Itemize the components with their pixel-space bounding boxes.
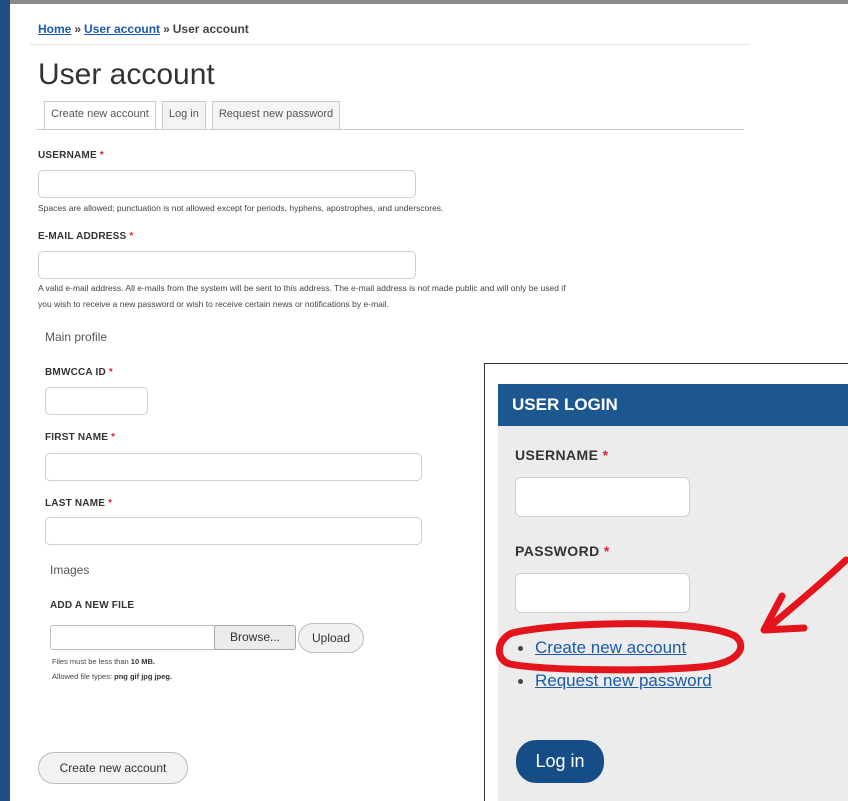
- first-name-label-text: FIRST NAME: [45, 432, 109, 443]
- browse-button[interactable]: Browse...: [214, 625, 296, 650]
- breadcrumb-current: User account: [172, 22, 249, 36]
- email-description-line: you wish to receive a new password or wi…: [38, 299, 390, 309]
- first-name-label: FIRST NAME *: [45, 432, 115, 443]
- breadcrumb: Home» User account» User account: [38, 22, 249, 36]
- required-marker: *: [108, 367, 113, 378]
- breadcrumb-separator: »: [74, 22, 82, 36]
- tab-create-new-account[interactable]: Create new account: [44, 101, 156, 130]
- required-marker: *: [111, 432, 116, 443]
- last-name-label-text: LAST NAME: [45, 498, 106, 509]
- username-label-text: USERNAME: [38, 150, 97, 161]
- required-marker: *: [602, 447, 609, 463]
- breadcrumb-home-link[interactable]: Home: [38, 22, 71, 36]
- account-tabs: Create new account Log in Request new pa…: [44, 101, 341, 130]
- login-username-label: USERNAME *: [515, 447, 608, 463]
- bmwcca-id-input[interactable]: [45, 387, 148, 415]
- tabs-divider: [36, 129, 744, 130]
- email-description: A valid e-mail address. All e-mails from…: [38, 280, 566, 312]
- first-name-input[interactable]: [45, 453, 422, 481]
- add-file-label: ADD A NEW FILE: [50, 600, 135, 611]
- login-links-list: Create new account Request new password: [518, 638, 712, 704]
- page-title: User account: [38, 58, 215, 91]
- create-new-account-button[interactable]: Create new account: [38, 752, 188, 784]
- username-input[interactable]: [38, 170, 416, 198]
- breadcrumb-separator: »: [163, 22, 170, 36]
- top-border: [10, 0, 848, 4]
- required-marker: *: [99, 150, 104, 161]
- log-in-button[interactable]: Log in: [516, 740, 604, 783]
- login-password-label-text: PASSWORD: [515, 543, 600, 559]
- tab-log-in[interactable]: Log in: [161, 101, 206, 130]
- file-types-help: Allowed file types: png gif jpg jpeg.: [52, 672, 172, 681]
- email-input[interactable]: [38, 251, 416, 279]
- breadcrumb-user-account-link[interactable]: User account: [84, 22, 160, 36]
- list-item: Request new password: [518, 671, 712, 704]
- login-password-input[interactable]: [515, 573, 690, 613]
- required-marker: *: [603, 543, 610, 559]
- login-username-input[interactable]: [515, 477, 690, 517]
- bullet-icon: [518, 679, 523, 685]
- last-name-input[interactable]: [45, 517, 422, 545]
- email-description-line: A valid e-mail address. All e-mails from…: [38, 283, 566, 293]
- file-size-help: Files must be less than 10 MB.: [52, 657, 155, 666]
- bullet-icon: [518, 646, 523, 652]
- email-label: E-MAIL ADDRESS *: [38, 231, 133, 242]
- tab-request-new-password[interactable]: Request new password: [211, 101, 341, 130]
- user-login-title: USER LOGIN: [498, 384, 848, 426]
- last-name-label: LAST NAME *: [45, 498, 112, 509]
- upload-button[interactable]: Upload: [298, 623, 364, 653]
- required-marker: *: [108, 498, 113, 509]
- login-password-label: PASSWORD *: [515, 543, 610, 559]
- bmwcca-id-label-text: BMWCCA ID: [45, 367, 106, 378]
- create-new-account-link[interactable]: Create new account: [535, 638, 686, 657]
- file-size-help-text: Files must be less than: [52, 657, 129, 666]
- file-types-help-text: Allowed file types:: [52, 672, 113, 681]
- request-new-password-link[interactable]: Request new password: [535, 671, 712, 690]
- required-marker: *: [129, 231, 134, 242]
- email-label-text: E-MAIL ADDRESS: [38, 231, 127, 242]
- login-username-label-text: USERNAME: [515, 447, 599, 463]
- username-label: USERNAME *: [38, 150, 104, 161]
- main-profile-heading: Main profile: [45, 330, 108, 344]
- username-description: Spaces are allowed; punctuation is not a…: [38, 203, 444, 213]
- images-heading: Images: [50, 563, 90, 577]
- file-size-value: 10 MB.: [130, 657, 155, 666]
- bmwcca-id-label: BMWCCA ID *: [45, 367, 113, 378]
- file-types-value: png gif jpg jpeg.: [114, 672, 173, 681]
- left-accent-bar: [0, 0, 10, 801]
- breadcrumb-divider: [30, 44, 750, 45]
- list-item: Create new account: [518, 638, 712, 671]
